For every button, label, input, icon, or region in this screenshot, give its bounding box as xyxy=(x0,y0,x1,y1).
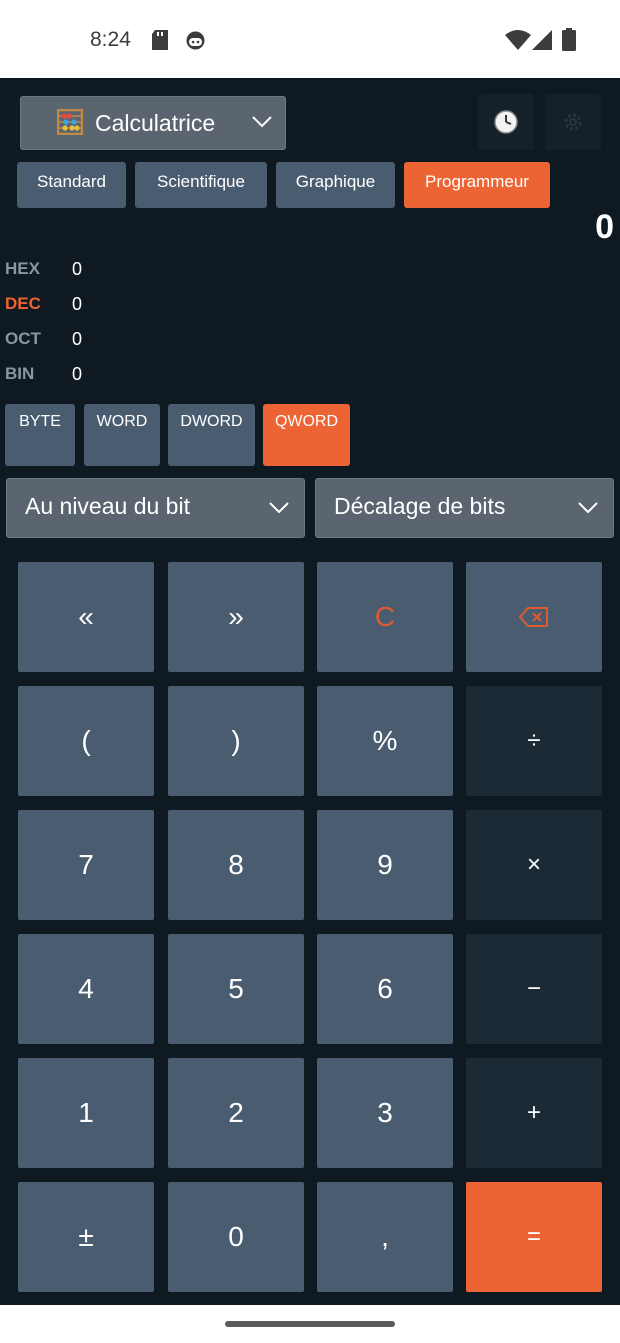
digit-5-key[interactable]: 5 xyxy=(168,934,304,1044)
digit-7-key[interactable]: 7 xyxy=(18,810,154,920)
radix-label: BIN xyxy=(5,364,35,383)
tab-graphique[interactable]: Graphique xyxy=(276,162,395,208)
result-display: 0 xyxy=(595,208,614,246)
word-size-byte[interactable]: BYTE xyxy=(5,404,75,466)
decimal-key[interactable]: , xyxy=(317,1182,453,1292)
bitwise-dropdown[interactable]: Au niveau du bit xyxy=(6,478,305,538)
status-time: 8:24 xyxy=(90,28,131,51)
digit-6-key[interactable]: 6 xyxy=(317,934,453,1044)
radix-row-dec[interactable]: DEC 0 xyxy=(5,294,205,324)
percent-key[interactable]: % xyxy=(317,686,453,796)
shift-left-key[interactable]: « xyxy=(18,562,154,672)
equals-key[interactable]: = xyxy=(466,1182,602,1292)
radix-value: 0 xyxy=(72,294,83,314)
mode-select-label: Calculatrice xyxy=(95,110,216,136)
bitwise-dropdown-label: Au niveau du bit xyxy=(25,493,190,519)
history-button[interactable] xyxy=(478,94,534,150)
digit-3-key[interactable]: 3 xyxy=(317,1058,453,1168)
radix-row-bin[interactable]: BIN 0 xyxy=(5,364,205,394)
tab-standard[interactable]: Standard xyxy=(17,162,126,208)
radix-label: OCT xyxy=(5,329,41,348)
plus-key[interactable]: + xyxy=(466,1058,602,1168)
close-paren-key[interactable]: ) xyxy=(168,686,304,796)
backspace-icon xyxy=(519,607,548,627)
radix-row-hex[interactable]: HEX 0 xyxy=(5,259,205,289)
minus-key[interactable]: − xyxy=(466,934,602,1044)
radix-value: 0 xyxy=(72,259,83,279)
digit-2-key[interactable]: 2 xyxy=(168,1058,304,1168)
digit-4-key[interactable]: 4 xyxy=(18,934,154,1044)
chevron-down-icon xyxy=(269,502,289,514)
shift-right-key[interactable]: » xyxy=(168,562,304,672)
battery-icon xyxy=(562,28,576,51)
settings-button[interactable] xyxy=(545,94,601,150)
mode-select[interactable]: Calculatrice xyxy=(20,96,286,150)
radix-label: HEX xyxy=(5,259,40,278)
word-size-word[interactable]: WORD xyxy=(84,404,160,466)
open-paren-key[interactable]: ( xyxy=(18,686,154,796)
multiply-key[interactable]: × xyxy=(466,810,602,920)
radix-label: DEC xyxy=(5,294,41,313)
calculator-app: Calculatrice Standard Scientifique Graph… xyxy=(0,78,620,1305)
radix-value: 0 xyxy=(72,364,83,384)
status-bar: 8:24 xyxy=(0,0,620,78)
home-gesture-handle[interactable] xyxy=(225,1321,395,1327)
chevron-down-icon xyxy=(252,116,272,128)
gear-icon xyxy=(564,113,582,131)
backspace-key[interactable] xyxy=(466,562,602,672)
bitshift-dropdown-label: Décalage de bits xyxy=(334,493,506,519)
signal-icon xyxy=(532,30,552,50)
word-size-dword[interactable]: DWORD xyxy=(168,404,255,466)
radix-row-oct[interactable]: OCT 0 xyxy=(5,329,205,359)
digit-8-key[interactable]: 8 xyxy=(168,810,304,920)
divide-key[interactable]: ÷ xyxy=(466,686,602,796)
chevron-down-icon xyxy=(578,502,598,514)
clear-key[interactable]: C xyxy=(317,562,453,672)
negate-key[interactable]: ± xyxy=(18,1182,154,1292)
tab-programmeur[interactable]: Programmeur xyxy=(404,162,550,208)
wifi-icon xyxy=(505,30,531,50)
clock-icon xyxy=(494,110,518,134)
sd-card-icon xyxy=(152,30,168,50)
navigation-bar xyxy=(0,1305,620,1343)
radix-value: 0 xyxy=(72,329,83,349)
digit-9-key[interactable]: 9 xyxy=(317,810,453,920)
digit-0-key[interactable]: 0 xyxy=(168,1182,304,1292)
word-size-qword[interactable]: QWORD xyxy=(263,404,350,466)
tab-scientifique[interactable]: Scientifique xyxy=(135,162,267,208)
bitshift-dropdown[interactable]: Décalage de bits xyxy=(315,478,614,538)
digit-1-key[interactable]: 1 xyxy=(18,1058,154,1168)
android-head-icon xyxy=(186,31,205,50)
abacus-icon xyxy=(57,109,83,135)
